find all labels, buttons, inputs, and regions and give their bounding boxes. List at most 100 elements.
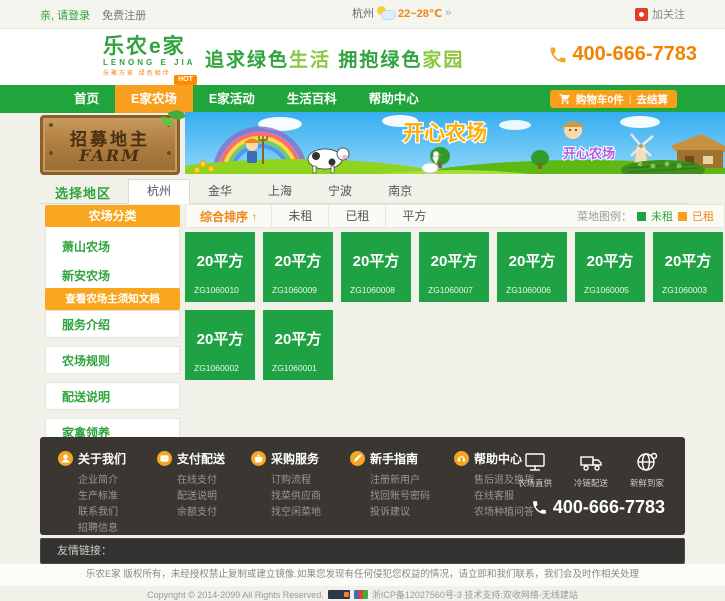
globe-location-icon [635,451,659,473]
footer-link[interactable]: 注册新用户 [370,473,440,489]
plot-tile[interactable]: 20平方ZG1060010 [185,232,255,302]
weather-widget[interactable]: 杭州 22~28℃ » [352,5,451,21]
nav-activity[interactable]: E家活动 [193,85,271,113]
sort-button[interactable]: 综合排序 ↑ [186,208,271,225]
footer-link[interactable]: 招聘信息 [78,521,143,537]
monitor-icon [523,451,547,473]
phone-icon [531,499,548,516]
icp-text: 浙ICP备12027560号-3 技术支持:双收网络-无线建站 [372,588,578,601]
plot-size: 20平方 [575,250,645,271]
cart-button[interactable]: 购物车0件 | 去结算 [550,90,677,108]
filter-tab-rented[interactable]: 已租 [328,205,385,227]
header: 乐农e家 LENONG E JIA 乐聚万家 绿色相伴 追求绿色生活 拥抱绿色家… [0,29,725,85]
footer-col-guide: 新手指南 注册新用户 找回账号密码 投诉建议 [350,450,440,537]
hotline-number: 400-666-7783 [572,43,697,66]
cert-badge-icon[interactable] [354,590,368,599]
plot-tile[interactable]: 20平方 ZG1060005 [575,232,645,302]
truck-icon [579,451,603,473]
filter-tab-unrented[interactable]: 未租 [271,205,328,227]
region-tab-nanjing[interactable]: 南京 [370,179,430,203]
plot-code: ZG1060003 [662,285,707,295]
footer-col-heading: 关于我们 [78,450,126,467]
legend-free-label: 未租 [651,208,673,224]
cnzz-badge-icon[interactable] [328,590,350,599]
plot-size: 20平方 [185,328,255,349]
sort-arrow-icon: ↑ [251,210,257,224]
farm-link-xiaoshan[interactable]: 萧山农场 [46,233,179,262]
doc-farm-rules[interactable]: 农场规则 [45,346,180,374]
legend-label: 菜地图例： [577,208,632,224]
footer-link[interactable]: 订购流程 [271,473,336,489]
plot-code: ZG1060010 [194,285,239,295]
region-selector: 选择地区 杭州 金华 上海 宁波 南京 [40,179,688,204]
disclaimer-text: 乐农E家 版权所有，未经授权禁止复制或建立镜像.如果您发现有任何侵犯您权益的情况… [0,564,725,586]
plot-code: ZG1060005 [584,285,629,295]
register-link[interactable]: 免费注册 [102,7,146,23]
footer-link[interactable]: 配送说明 [177,489,237,505]
headset-icon [454,451,469,466]
footer-link[interactable]: 找回账号密码 [370,489,440,505]
nav-home[interactable]: 首页 [58,85,115,113]
plot-code: ZG1060008 [350,285,395,295]
region-tab-hangzhou[interactable]: 杭州 [128,179,190,204]
follow-link[interactable]: 加关注 [635,6,685,22]
plot-size: 20平方 [263,328,333,349]
doc-service-intro[interactable]: 服务介绍 [45,310,180,338]
footer-services: 农场直供 冷链配送 新鲜到家 [511,451,671,489]
cart-divider: | [629,93,632,105]
banner-title: 开心农场 [403,121,487,145]
weather-more-arrow[interactable]: » [445,7,451,19]
recruit-landlord-sign[interactable]: 招募地主 FARM [40,115,180,175]
weather-icon [377,6,395,20]
plot-tile[interactable]: 20平方ZG1060002 [185,310,255,380]
filter-tab-area[interactable]: 平方 [385,205,442,227]
topbar: 亲, 请登录 免费注册 杭州 22~28℃ » 加关注 [0,0,725,29]
region-tab-ningbo[interactable]: 宁波 [310,179,370,203]
doc-delivery-info[interactable]: 配送说明 [45,382,180,410]
plot-tile[interactable]: 20平方 ZG1060008 [341,232,411,302]
sign-subtitle: FARM [43,146,177,165]
region-tab-shanghai[interactable]: 上海 [250,179,310,203]
plot-size: 20平方 [497,250,567,271]
plot-tile[interactable]: 20平方ZG1060006 [497,232,567,302]
footer-link[interactable]: 余额支付 [177,505,237,521]
farm-link-xinan[interactable]: 新安农场 [46,262,179,291]
page: 亲, 请登录 免费注册 杭州 22~28℃ » 加关注 乐农e家 LENONG … [0,0,725,601]
nav-help[interactable]: 帮助中心 [353,85,435,113]
footer-link[interactable]: 生产标准 [78,489,143,505]
cart-count-label: 购物车0件 [576,92,624,107]
footer-link[interactable]: 投诉建议 [370,505,440,521]
plots-grid: 20平方ZG1060010 20平方ZG1060009 20平方ZG106000… [185,232,725,380]
region-label: 选择地区 [55,183,111,202]
region-tab-jinhua[interactable]: 金华 [190,179,250,203]
banner-title-2: 开心农场 [563,146,615,161]
farm-category-header: 农场分类 [45,205,180,227]
footer-col-purchase: 采购服务 订购流程 找菜供应商 找空闲菜地 [251,450,336,537]
hero-banner[interactable]: 开心农场 开心农场 [185,112,725,174]
plot-legend: 菜地图例： 未租 已租 [577,208,724,224]
plot-tile[interactable]: 20平方ZG1060007 [419,232,489,302]
plot-tile[interactable]: 20平方ZG1060009 [263,232,333,302]
footer-link[interactable]: 找菜供应商 [271,489,336,505]
footer-col-heading: 采购服务 [271,450,319,467]
header-slogan: 追求绿色生活 拥抱绿色家园 [205,45,464,72]
legend-rented-swatch [678,212,687,221]
footer-link[interactable]: 联系我们 [78,505,143,521]
footer-link[interactable]: 找空闲菜地 [271,505,336,521]
logo[interactable]: 乐农e家 LENONG E JIA 乐聚万家 绿色相伴 [55,35,195,77]
header-hotline: 400-666-7783 [548,43,697,66]
footer-col-heading: 支付配送 [177,450,225,467]
plot-size: 20平方 [341,250,411,271]
nav-farm[interactable]: E家农场 HOT [115,85,193,113]
checkout-label[interactable]: 去结算 [637,92,669,107]
footer-link[interactable]: 在线支付 [177,473,237,489]
legend-rented-label: 已租 [692,208,714,224]
nav-life[interactable]: 生活百科 [271,85,353,113]
weather-temp: 22~28℃ [398,7,442,20]
plot-tile[interactable]: 20平方ZG1060003 [653,232,723,302]
cart-icon [559,93,571,105]
login-link[interactable]: 亲, 请登录 [40,7,90,23]
footer-link[interactable]: 企业简介 [78,473,143,489]
basket-icon [251,451,266,466]
plot-tile[interactable]: 20平方ZG1060001 [263,310,333,380]
